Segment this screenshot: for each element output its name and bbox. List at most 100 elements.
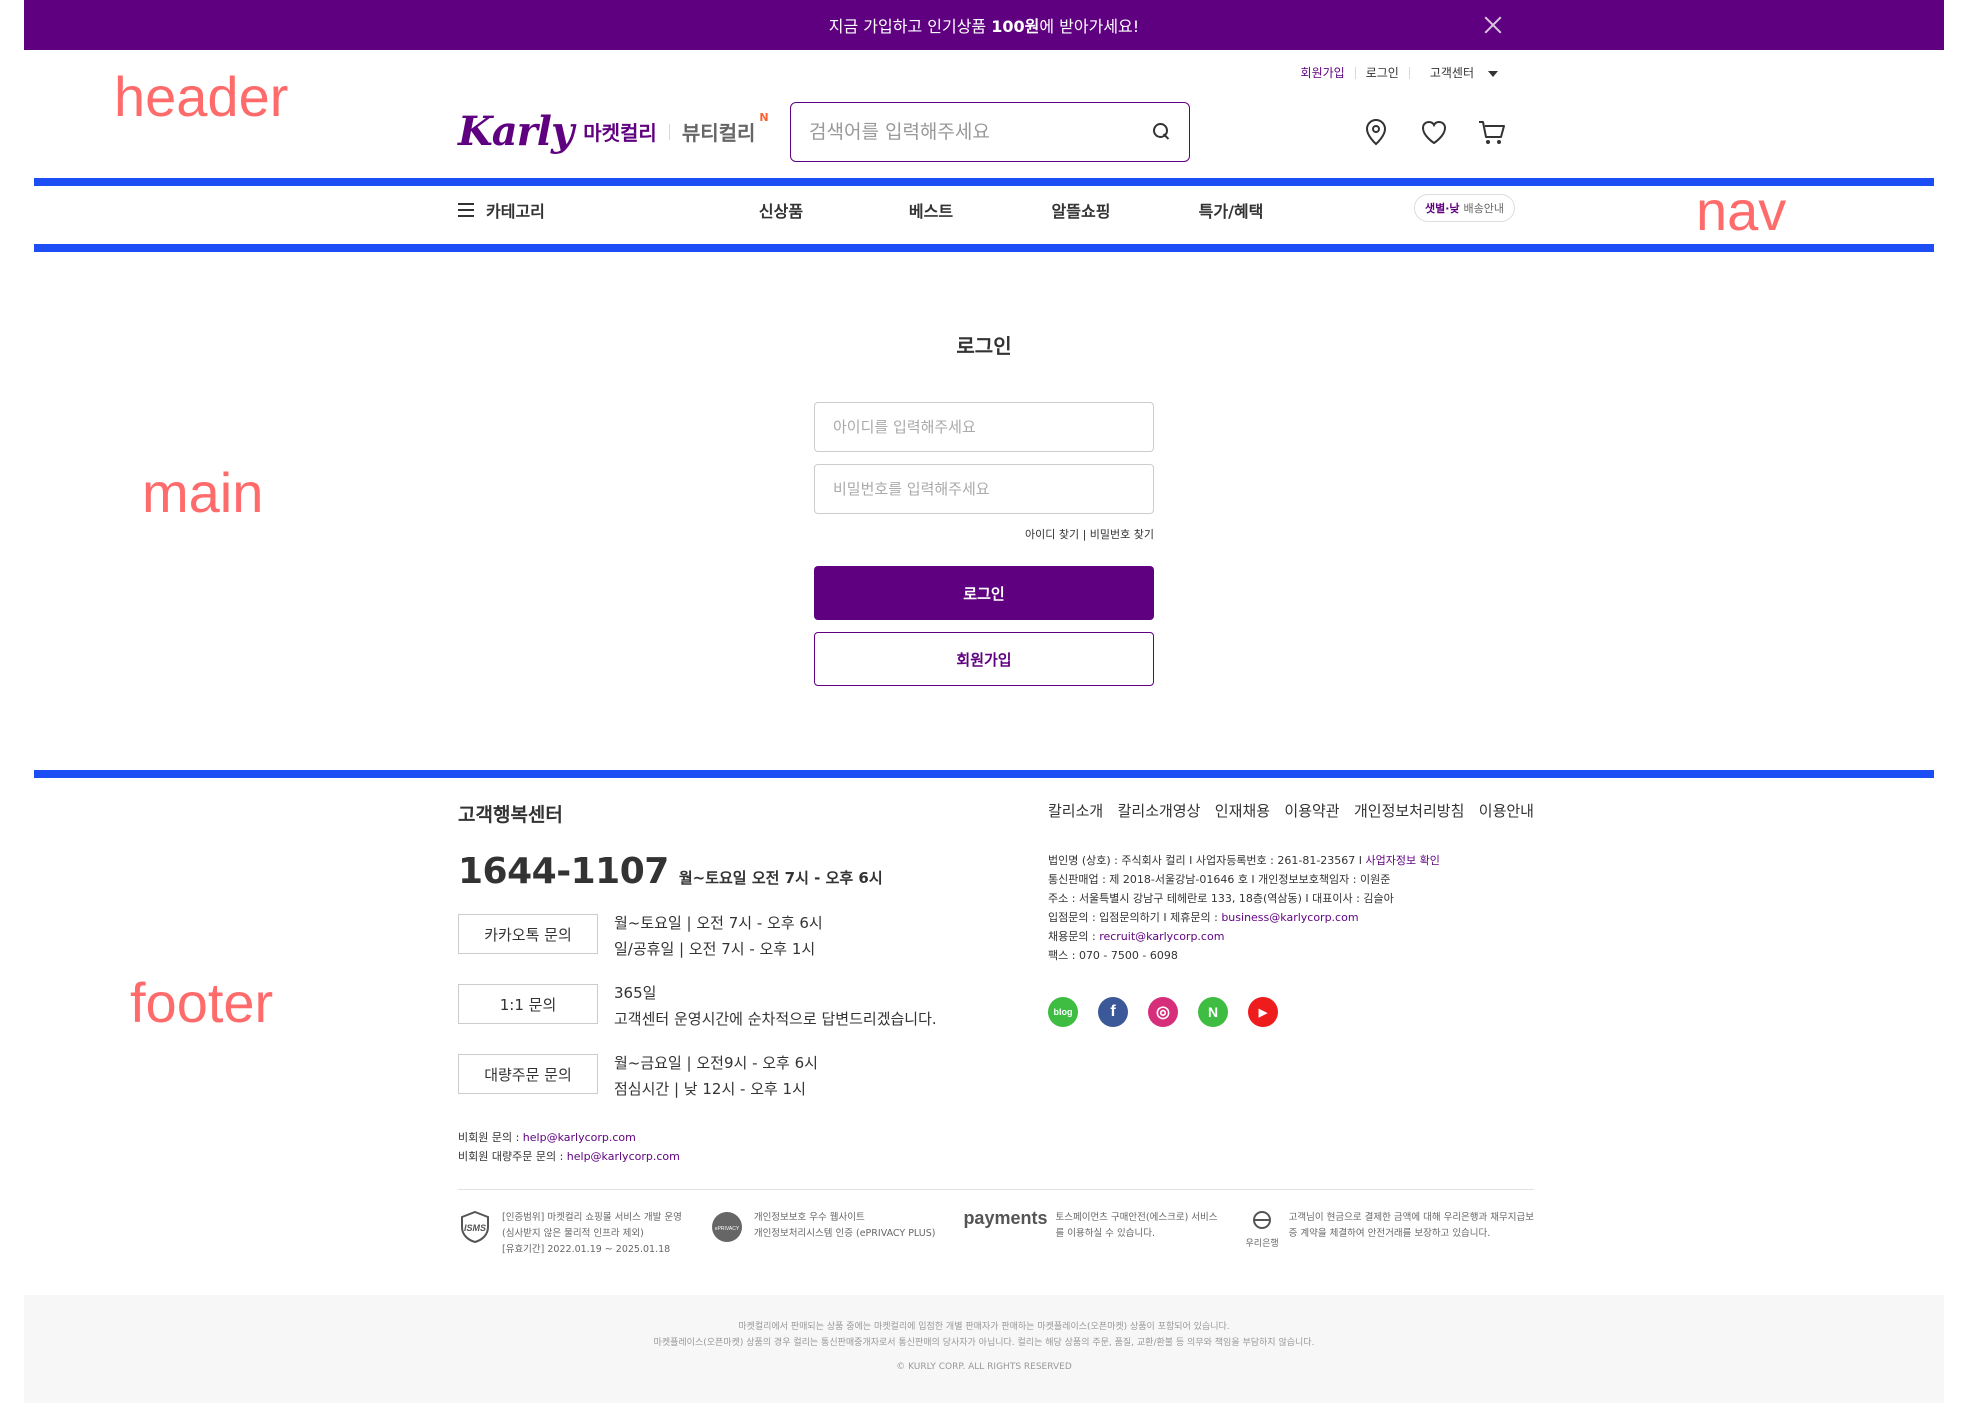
copyright: © KURLY CORP. ALL RIGHTS RESERVED [896, 1362, 1072, 1372]
close-icon[interactable] [1482, 14, 1504, 36]
main-footer-divider [34, 770, 1934, 778]
footer-divider [458, 1189, 1534, 1190]
signup-button[interactable]: 회원가입 [814, 632, 1154, 686]
footer-link-about[interactable]: 칼리소개 [1048, 800, 1103, 821]
company-info: 법인명 (상호) : 주식회사 컬리 I 사업자등록번호 : 261-81-23… [1048, 854, 1440, 962]
find-links: 아이디 찾기 | 비밀번호 찾기 [814, 526, 1154, 566]
isms-logo-icon: ISMS [461, 1210, 489, 1244]
woori-bank-icon [1253, 1211, 1272, 1229]
page-title: 로그인 [956, 334, 1012, 358]
payments-logo: payments [963, 1208, 1048, 1228]
nav-item-bargain[interactable]: 알뜰쇼핑 [1006, 198, 1156, 222]
footer-links: 칼리소개 칼리소개영상 인재채용 이용약관 개인정보처리방침 이용안내 [1048, 800, 1534, 821]
legal-notice: 마켓컬리에서 판매되는 상품 중에는 마켓컬리에 입점한 개별 판매자가 판매하… [24, 1295, 1944, 1403]
cs-phone: 1644-1107 월~토요일 오전 7시 - 오후 6시 [458, 851, 978, 892]
company-section: 칼리소개 칼리소개영상 인재채용 이용약관 개인정보처리방침 이용안내 법인명 … [1048, 800, 1534, 1027]
cart-icon[interactable] [1476, 116, 1508, 148]
phone-number: 1644-1107 [458, 851, 669, 892]
login-button[interactable]: 로그인 [814, 566, 1154, 620]
caret-down-icon [1488, 70, 1498, 77]
header: header 회원가입 로그인 고객센터 Karly 마켓컬리 뷰티컬리 N [24, 50, 1944, 178]
nav-menu: 신상품 베스트 알뜰쇼핑 특가/혜택 [706, 198, 1306, 222]
eprivacy-logo-text: ePRIVACY [715, 1226, 740, 1232]
footer-link-terms[interactable]: 이용약관 [1284, 800, 1339, 821]
instagram-icon[interactable]: ◎ [1148, 997, 1178, 1027]
signup-link[interactable]: 회원가입 [1291, 64, 1355, 81]
phone-hours: 월~토요일 오전 7시 - 오후 6시 [678, 869, 883, 887]
header-icons [1360, 116, 1508, 148]
footer-annotation-label: footer [130, 971, 274, 1034]
delivery-info-badge[interactable]: 샛별·낮 배송안내 [1414, 194, 1516, 222]
customer-center-title: 고객행복센터 [458, 804, 563, 826]
email-link[interactable]: recruit@karlycorp.com [1099, 930, 1224, 943]
nav-item-best[interactable]: 베스트 [856, 198, 1006, 222]
facebook-icon[interactable]: f [1098, 997, 1128, 1027]
nav-item-new[interactable]: 신상품 [706, 198, 856, 222]
email-link[interactable]: help@karlycorp.com [567, 1150, 680, 1163]
footer-link-privacy[interactable]: 개인정보처리방침 [1354, 800, 1464, 821]
header-annotation-label: header [114, 65, 289, 128]
nav: 카테고리 신상품 베스트 알뜰쇼핑 특가/혜택 샛별·낮 배송안내 nav [24, 179, 1944, 244]
password-input[interactable] [814, 464, 1154, 514]
category-menu[interactable]: 카테고리 [458, 198, 545, 222]
logo[interactable]: Karly 마켓컬리 뷰티컬리 N [458, 108, 769, 155]
footer-link-careers[interactable]: 인재채용 [1215, 800, 1270, 821]
find-password-link[interactable]: 비밀번호 찾기 [1090, 528, 1154, 541]
divider: | [1082, 528, 1090, 541]
location-pin-icon[interactable] [1360, 116, 1392, 148]
cert-eprivacy: ePRIVACY 개인정보보호 우수 웹사이트 개인정보처리시스템 인증 (eP… [710, 1210, 935, 1258]
cs-row-bulk: 대량주문 문의 월~금요일 | 오전9시 - 오후 6시 점심시간 | 낮 12… [458, 1054, 978, 1102]
heart-icon[interactable] [1418, 116, 1450, 148]
find-id-link[interactable]: 아이디 찾기 [1025, 528, 1079, 541]
login-link[interactable]: 로그인 [1356, 64, 1409, 81]
email-link[interactable]: help@karlycorp.com [523, 1131, 636, 1144]
woori-bank-logo: 우리은행 [1246, 1210, 1279, 1252]
beauty-kurly-tab[interactable]: 뷰티컬리 [682, 117, 756, 146]
cs-desc: 월~금요일 | 오전9시 - 오후 6시 점심시간 | 낮 12시 - 오후 1… [614, 1054, 818, 1098]
social-links: blog f ◎ N ▶ [1048, 997, 1534, 1027]
search-input[interactable] [809, 121, 1153, 143]
promo-banner-text: 지금 가입하고 인기상품 100원에 받아가세요! [828, 17, 1140, 36]
blog-icon[interactable]: blog [1048, 997, 1078, 1027]
footer-link-video[interactable]: 칼리소개영상 [1118, 800, 1201, 821]
cs-desc: 월~토요일 | 오전 7시 - 오후 6시 일/공휴일 | 오전 7시 - 오후… [614, 914, 823, 958]
utility-links: 회원가입 로그인 고객센터 [1291, 64, 1508, 81]
cs-row-1on1: 1:1 문의 365일 고객센터 운영시간에 순차적으로 답변드리겠습니다. [458, 984, 978, 1032]
search-icon[interactable] [1153, 123, 1171, 141]
cs-desc: 365일 고객센터 운영시간에 순차적으로 답변드리겠습니다. [614, 984, 937, 1028]
promo-banner[interactable]: 지금 가입하고 인기상품 100원에 받아가세요! [24, 0, 1944, 50]
kakao-inquiry-button[interactable]: 카카오톡 문의 [458, 914, 598, 954]
email-link[interactable]: business@karlycorp.com [1221, 911, 1358, 924]
cert-toss-payments: payments 토스페이먼츠 구매안전(에스크로) 서비스 를 이용하실 수 … [963, 1208, 1218, 1239]
hamburger-icon [458, 203, 474, 217]
legal-text: 마켓플레이스(오픈마켓) 상품의 경우 컬리는 통신판매중개자로서 통신판매의 … [653, 1338, 1315, 1348]
legal-text: 마켓컬리에서 판매되는 상품 중에는 마켓컬리에 입점한 개별 판매자가 판매하… [738, 1322, 1230, 1332]
divider [668, 123, 670, 140]
search-box [790, 102, 1190, 162]
youtube-icon[interactable]: ▶ [1248, 997, 1278, 1027]
cert-woori-bank: 우리은행 고객님이 현금으로 결제한 금액에 대해 우리은행과 채무지급보 증 … [1246, 1210, 1534, 1258]
karly-logo: Karly [458, 108, 574, 155]
cs-emails: 비회원 문의 : help@karlycorp.com 비회원 대량주문 문의 … [458, 1131, 680, 1163]
login-form: 아이디 찾기 | 비밀번호 찾기 로그인 회원가입 [814, 402, 1154, 686]
customer-center: 고객행복센터 1644-1107 월~토요일 오전 7시 - 오후 6시 카카오… [458, 800, 978, 1166]
nav-annotation-label: nav [1696, 179, 1787, 242]
certifications: ISMS [인증범위] 마켓컬리 쇼핑몰 서비스 개발 운영 (심사받지 않은 … [458, 1208, 1534, 1258]
id-input[interactable] [814, 402, 1154, 452]
footer-link-guide[interactable]: 이용안내 [1479, 800, 1534, 821]
cs-row-kakao: 카카오톡 문의 월~토요일 | 오전 7시 - 오후 6시 일/공휴일 | 오전… [458, 914, 978, 962]
one-on-one-inquiry-button[interactable]: 1:1 문의 [458, 984, 598, 1024]
new-badge: N [759, 111, 769, 124]
nav-main-divider [34, 244, 1934, 252]
page: 지금 가입하고 인기상품 100원에 받아가세요! header 회원가입 로그… [24, 0, 1944, 1403]
naver-post-icon[interactable]: N [1198, 997, 1228, 1027]
category-label: 카테고리 [486, 202, 545, 221]
market-kurly-tab[interactable]: 마켓컬리 [583, 117, 657, 146]
customer-center-link[interactable]: 고객센터 [1410, 64, 1508, 81]
bulk-order-inquiry-button[interactable]: 대량주문 문의 [458, 1054, 598, 1094]
cert-isms: ISMS [인증범위] 마켓컬리 쇼핑몰 서비스 개발 운영 (심사받지 않은 … [458, 1210, 682, 1258]
main-annotation-label: main [142, 461, 264, 524]
isms-logo-text: ISMS [464, 1223, 486, 1233]
business-info-link[interactable]: 사업자정보 확인 [1366, 854, 1440, 867]
nav-item-special[interactable]: 특가/혜택 [1156, 198, 1306, 222]
